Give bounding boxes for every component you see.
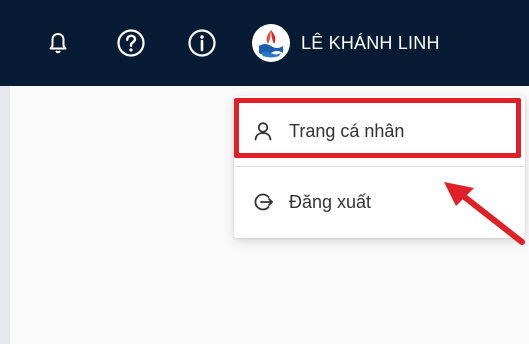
info-button[interactable] [186, 27, 218, 59]
avatar [252, 24, 290, 62]
left-sidebar-edge [0, 86, 10, 344]
info-icon [188, 29, 216, 57]
help-button[interactable] [115, 27, 147, 59]
notification-bell-button[interactable] [42, 27, 74, 59]
menu-item-logout-label: Đăng xuất [289, 191, 372, 212]
user-dropdown-menu: Trang cá nhân Đăng xuất [234, 96, 525, 238]
top-header-bar: LÊ KHÁNH LINH [0, 0, 529, 86]
user-name: LÊ KHÁNH LINH [301, 32, 440, 53]
menu-item-profile-label: Trang cá nhân [289, 120, 405, 141]
user-menu-trigger[interactable]: LÊ KHÁNH LINH [252, 22, 440, 64]
bell-icon [49, 33, 67, 54]
screenshot-frame: LÊ KHÁNH LINH Trang cá nhân Đăng xuất [0, 0, 529, 344]
menu-item-logout[interactable]: Đăng xuất [234, 173, 525, 231]
user-icon [252, 120, 274, 142]
menu-divider [234, 166, 525, 167]
logout-icon [252, 191, 274, 213]
help-icon [117, 29, 145, 57]
menu-item-profile[interactable]: Trang cá nhân [234, 102, 525, 160]
company-logo-avatar [255, 27, 287, 59]
